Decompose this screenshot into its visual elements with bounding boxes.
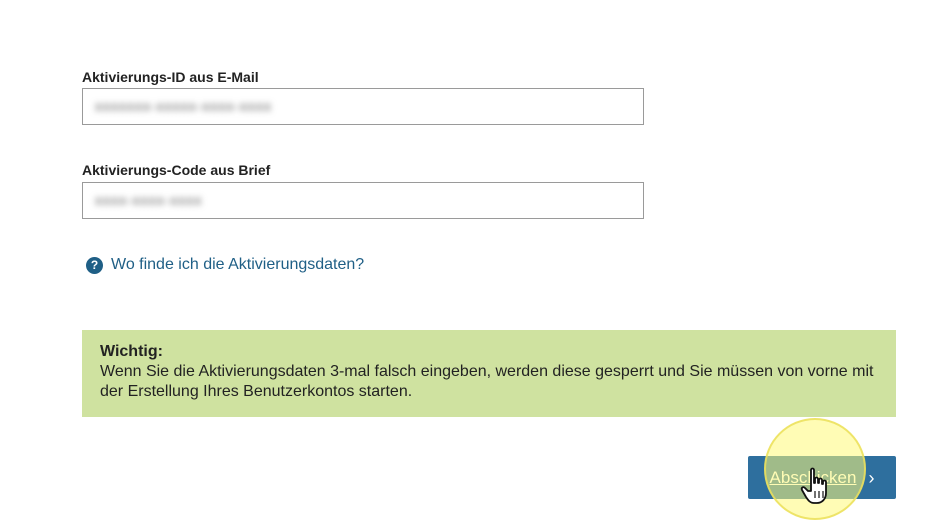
activation-form-page: Aktivierungs-ID aus E-Mail xxxxxxx-xxxxx… <box>0 0 928 524</box>
activation-code-value: xxxx-xxxx-xxxx <box>95 192 203 208</box>
submit-button-label: Abschicken <box>769 467 857 487</box>
important-notice: Wichtig: Wenn Sie die Aktivierungsdaten … <box>82 330 896 417</box>
activation-code-input[interactable]: xxxx-xxxx-xxxx <box>82 182 644 219</box>
help-link-text: Wo finde ich die Aktivierungsdaten? <box>111 256 365 273</box>
activation-code-label: Aktivierungs-Code aus Brief <box>82 162 271 178</box>
activation-id-label: Aktivierungs-ID aus E-Mail <box>82 69 259 85</box>
question-circle-icon: ? <box>86 256 103 274</box>
activation-id-value: xxxxxxx-xxxxx-xxxx-xxxx <box>95 98 272 114</box>
chevron-right-icon: › <box>868 467 875 488</box>
help-activation-data-link[interactable]: ? Wo finde ich die Aktivierungsdaten? <box>86 256 364 274</box>
activation-id-input[interactable]: xxxxxxx-xxxxx-xxxx-xxxx <box>82 88 644 125</box>
notice-title: Wichtig: <box>100 343 163 360</box>
notice-body: Wenn Sie die Aktivierungsdaten 3-mal fal… <box>100 363 874 400</box>
submit-button[interactable]: Abschicken › <box>748 456 896 499</box>
